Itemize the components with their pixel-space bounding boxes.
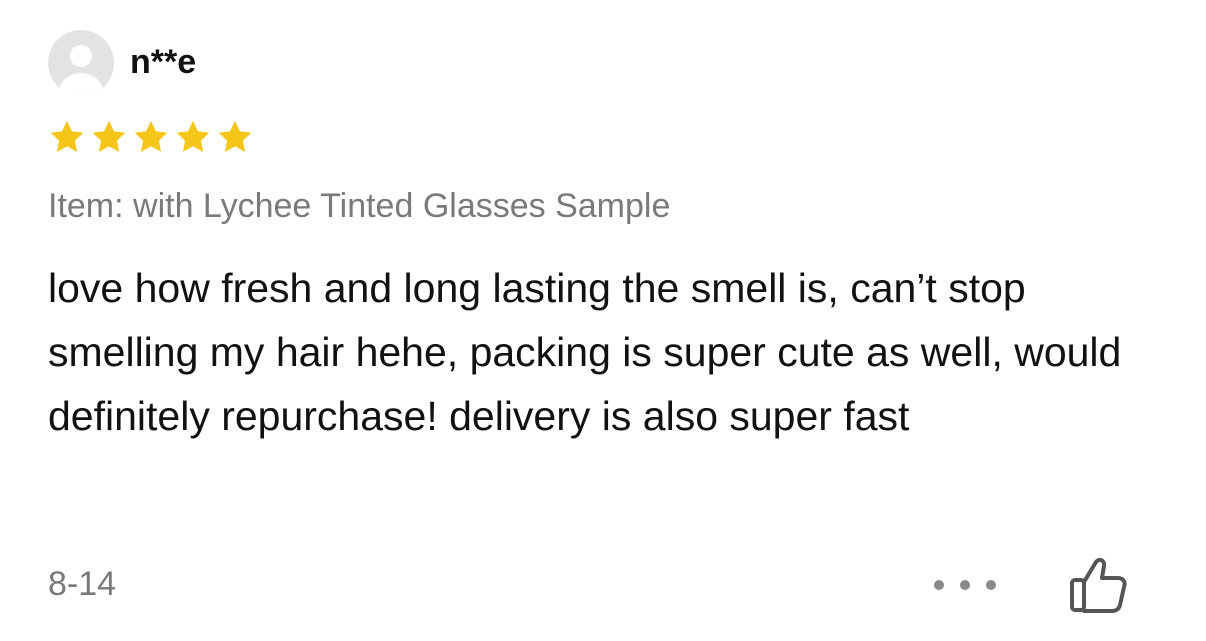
star-icon	[176, 120, 210, 152]
review-text: love how fresh and long lasting the smel…	[48, 265, 1122, 439]
star-icon	[134, 120, 168, 152]
reviewer-name: n**e	[130, 43, 197, 81]
review-card: n**e Item: with Lychee Tinted Glasses Sa…	[0, 0, 1206, 641]
star-icon	[50, 120, 84, 152]
more-horizontal-icon-dot	[960, 580, 970, 590]
thumbs-up-icon	[1070, 557, 1127, 613]
star-icon	[92, 120, 126, 152]
item-variant: Item: with Lychee Tinted Glasses Sample	[48, 187, 671, 225]
default-user-icon	[59, 45, 103, 96]
star-icon	[218, 120, 252, 152]
avatar[interactable]	[48, 30, 114, 96]
more-horizontal-icon	[934, 580, 944, 590]
review-date: 8-14	[48, 565, 117, 603]
more-options-button[interactable]	[934, 570, 996, 600]
more-horizontal-icon-dot	[986, 580, 996, 590]
star-rating	[48, 118, 254, 156]
like-button[interactable]	[1066, 556, 1130, 616]
